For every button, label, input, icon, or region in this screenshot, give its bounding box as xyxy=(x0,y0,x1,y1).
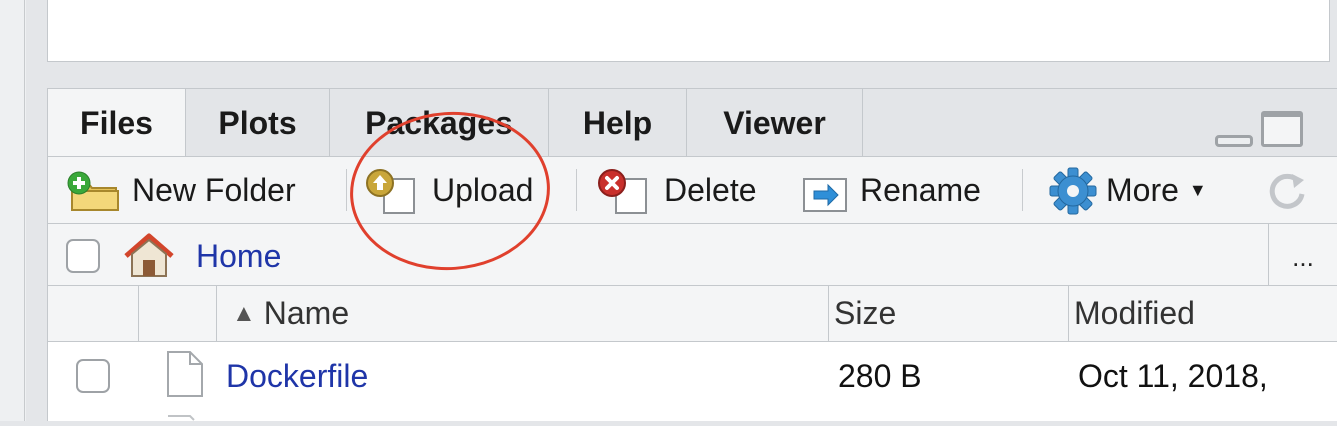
column-size[interactable]: Size xyxy=(834,286,896,341)
upper-pane xyxy=(47,0,1330,62)
file-list: Dockerfile 280 B Oct 11, 2018, xyxy=(47,342,1337,421)
rename-icon xyxy=(803,177,847,212)
tab-packages-label: Packages xyxy=(365,104,513,141)
file-list-header: ▲ Name Size Modified xyxy=(47,286,1337,342)
path-more-label: ... xyxy=(1292,241,1314,272)
column-name[interactable]: ▲ Name xyxy=(232,286,349,341)
tab-help[interactable]: Help xyxy=(549,89,687,157)
gear-icon xyxy=(1049,167,1097,214)
delete-button[interactable]: Delete xyxy=(596,157,757,224)
file-icon xyxy=(167,351,203,397)
maximize-icon[interactable] xyxy=(1261,111,1303,147)
rename-button[interactable]: Rename xyxy=(800,157,981,224)
delete-icon xyxy=(598,168,647,214)
file-name-link[interactable]: Dockerfile xyxy=(226,358,368,395)
minimize-icon[interactable] xyxy=(1215,135,1253,147)
select-all-checkbox[interactable] xyxy=(66,239,100,273)
file-icon xyxy=(168,415,195,421)
breadcrumb-home-link[interactable]: Home xyxy=(196,238,281,275)
breadcrumb: Home xyxy=(47,223,1337,286)
refresh-button[interactable] xyxy=(1264,157,1310,224)
tab-plots-label: Plots xyxy=(218,104,297,141)
more-label: More xyxy=(1106,172,1179,208)
more-button[interactable]: More ▼ xyxy=(1048,157,1207,224)
tab-packages[interactable]: Packages xyxy=(330,89,549,157)
home-icon[interactable] xyxy=(122,232,176,278)
column-modified[interactable]: Modified xyxy=(1074,286,1195,341)
path-more-button[interactable]: ... xyxy=(1268,223,1337,286)
refresh-icon xyxy=(1269,173,1305,209)
delete-label: Delete xyxy=(664,172,757,208)
new-folder-icon xyxy=(67,171,119,211)
files-toolbar: New Folder Upload Delete Rename More ▼ xyxy=(47,156,1337,223)
upload-button[interactable]: Upload xyxy=(364,157,533,224)
column-size-label: Size xyxy=(834,295,897,331)
tab-help-label: Help xyxy=(582,104,653,141)
new-folder-label: New Folder xyxy=(132,172,296,208)
column-modified-label: Modified xyxy=(1074,295,1195,331)
chevron-down-icon: ▼ xyxy=(1188,180,1207,200)
file-size: 280 B xyxy=(838,358,922,394)
tab-files-label: Files xyxy=(80,105,153,141)
rename-label: Rename xyxy=(860,172,981,208)
left-divider xyxy=(24,0,25,421)
tab-bar: Files Plots Packages Help Viewer xyxy=(47,88,1337,158)
upload-label: Upload xyxy=(432,172,534,208)
upload-icon xyxy=(366,168,415,214)
row-checkbox[interactable] xyxy=(76,359,110,393)
tab-viewer-label: Viewer xyxy=(723,104,826,141)
new-folder-button[interactable]: New Folder xyxy=(66,157,296,224)
file-modified: Oct 11, 2018, xyxy=(1078,358,1268,394)
column-name-label: Name xyxy=(263,295,350,331)
sort-up-icon: ▲ xyxy=(232,299,256,327)
tab-plots[interactable]: Plots xyxy=(186,89,330,157)
tab-viewer[interactable]: Viewer xyxy=(687,89,863,157)
left-edge-panel xyxy=(0,0,26,421)
tab-files[interactable]: Files xyxy=(48,89,186,158)
